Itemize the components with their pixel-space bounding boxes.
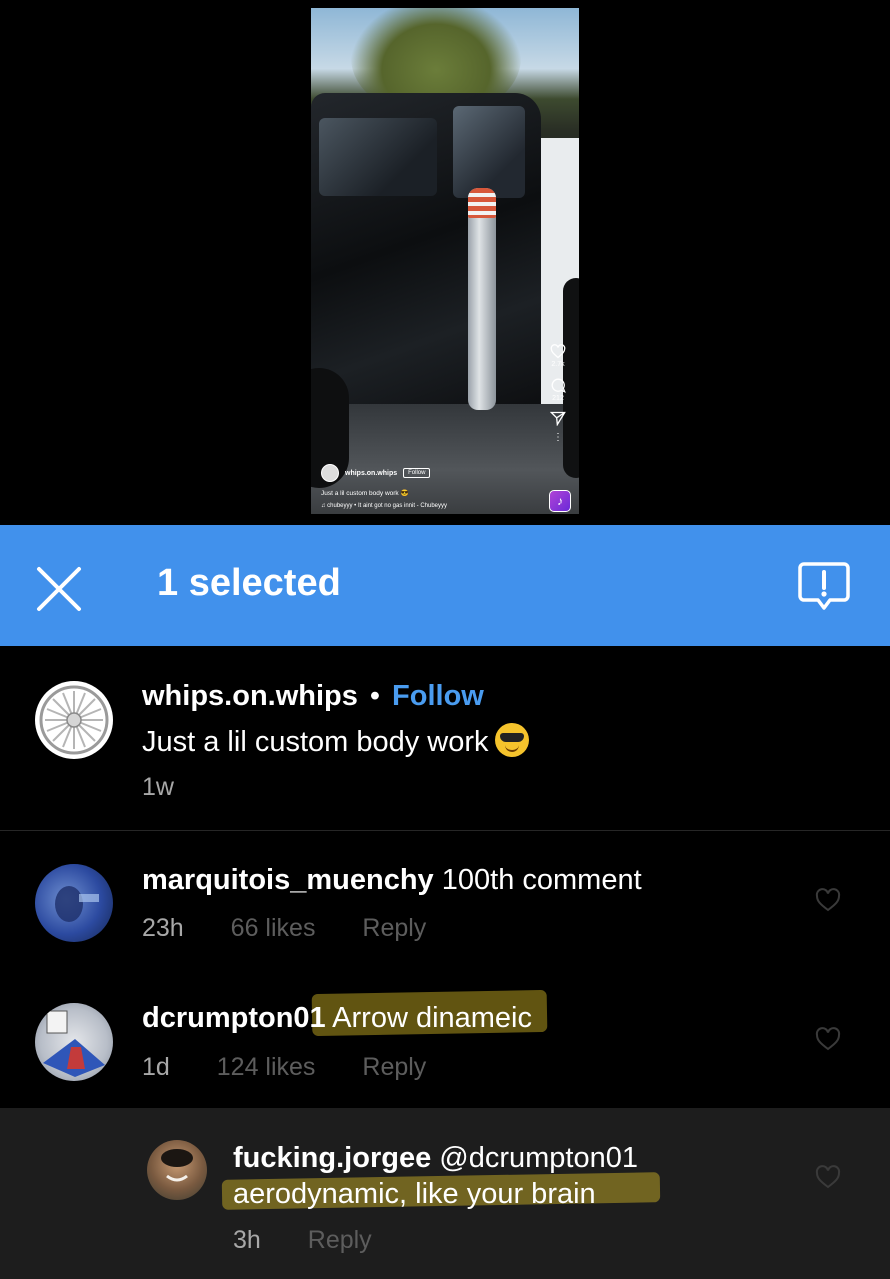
avatar[interactable]	[321, 464, 339, 482]
post-caption: whips.on.whips • Follow Just a lil custom …	[0, 646, 890, 831]
heart-icon[interactable]	[814, 1164, 842, 1190]
reply-button[interactable]: Reply	[362, 914, 426, 942]
reel-video-preview[interactable]: 2.7k 212 ⋮ whips.on.whips Follow Just a …	[311, 8, 579, 514]
person-avatar-icon	[55, 886, 99, 922]
separator-dot: •	[369, 680, 381, 712]
post-username[interactable]: whips.on.whips	[142, 680, 358, 712]
comment-likes[interactable]: 66 likes	[231, 914, 316, 942]
caption-text: Just a lil custom body work	[142, 726, 489, 758]
more-icon[interactable]: ⋮	[545, 432, 571, 443]
video-pole-cap	[468, 188, 496, 218]
selected-reply-item[interactable]: fucking.jorgee @dcrumpton01 aerodynamic,…	[0, 1108, 890, 1279]
poster-avatar-icon	[43, 1010, 105, 1077]
reply-meta: 3h Reply	[233, 1226, 412, 1255]
reply-button[interactable]: Reply	[308, 1226, 372, 1254]
comment-likes[interactable]: 124 likes	[217, 1053, 316, 1081]
follow-button[interactable]: Follow	[392, 680, 484, 712]
person-avatar-icon	[161, 1149, 193, 1182]
reel-overlay-meta: whips.on.whips Follow Just a lil custom …	[321, 464, 541, 509]
comment-username[interactable]: marquitois_muenchy	[142, 864, 434, 896]
selection-toolbar: 1 selected	[0, 525, 890, 646]
comment-username[interactable]: dcrumpton01	[142, 1002, 326, 1034]
reply-header: fucking.jorgee @dcrumpton01	[233, 1142, 638, 1175]
comment-item[interactable]: dcrumpton01 Arrow dinameic 1d 124 likes …	[0, 970, 890, 1108]
send-icon[interactable]	[550, 411, 566, 426]
reply-time: 3h	[233, 1226, 261, 1254]
avatar[interactable]	[35, 864, 113, 942]
avatar[interactable]	[35, 681, 113, 759]
video-truck-window	[319, 118, 437, 196]
post-meta: 1w	[142, 773, 214, 802]
close-icon[interactable]	[30, 560, 88, 618]
video-username[interactable]: whips.on.whips	[345, 470, 397, 477]
comment-text: marquitois_muenchy 100th comment	[142, 864, 642, 897]
comment-body: 100th comment	[441, 864, 642, 896]
comment-item[interactable]: marquitois_muenchy 100th comment 23h 66 …	[0, 830, 890, 970]
reply-username[interactable]: fucking.jorgee	[233, 1142, 431, 1174]
heart-icon[interactable]	[550, 344, 566, 359]
like-count: 2.7k	[551, 361, 565, 368]
wheel-avatar-icon	[36, 682, 112, 758]
comment-meta: 23h 66 likes Reply	[142, 914, 466, 943]
report-icon[interactable]	[796, 558, 852, 614]
sunglasses-emoji-icon	[494, 723, 529, 757]
comment-time: 1d	[142, 1053, 170, 1081]
heart-icon[interactable]	[814, 887, 842, 913]
video-pole	[468, 188, 496, 410]
video-follow-button[interactable]: Follow	[403, 468, 431, 478]
comment-body: Arrow dinameic	[332, 1002, 532, 1034]
comment-time: 23h	[142, 914, 184, 942]
comment-icon[interactable]	[550, 377, 566, 393]
selection-title: 1 selected	[157, 562, 341, 604]
comment-count: 212	[552, 395, 564, 402]
reel-action-column: 2.7k 212 ⋮	[545, 344, 571, 452]
heart-icon[interactable]	[814, 1026, 842, 1052]
video-truck-window	[453, 106, 525, 198]
video-audio-track[interactable]: ♫ chubeyyy • It aint got no gas innit - …	[321, 503, 541, 509]
avatar[interactable]	[147, 1140, 207, 1200]
comment-meta: 1d 124 likes Reply	[142, 1053, 466, 1082]
reply-body: aerodynamic, like your brain	[233, 1178, 596, 1210]
audio-badge-icon[interactable]: ♪	[549, 490, 571, 512]
reply-button[interactable]: Reply	[362, 1053, 426, 1081]
post-header: whips.on.whips • Follow	[142, 680, 484, 713]
video-caption: Just a lil custom body work 😎	[321, 490, 409, 497]
reply-mention[interactable]: @dcrumpton01	[439, 1142, 638, 1174]
post-caption-text: Just a lil custom body work	[142, 723, 529, 759]
post-time: 1w	[142, 773, 174, 801]
comment-text: dcrumpton01 Arrow dinameic	[142, 1002, 532, 1035]
avatar[interactable]	[35, 1003, 113, 1081]
